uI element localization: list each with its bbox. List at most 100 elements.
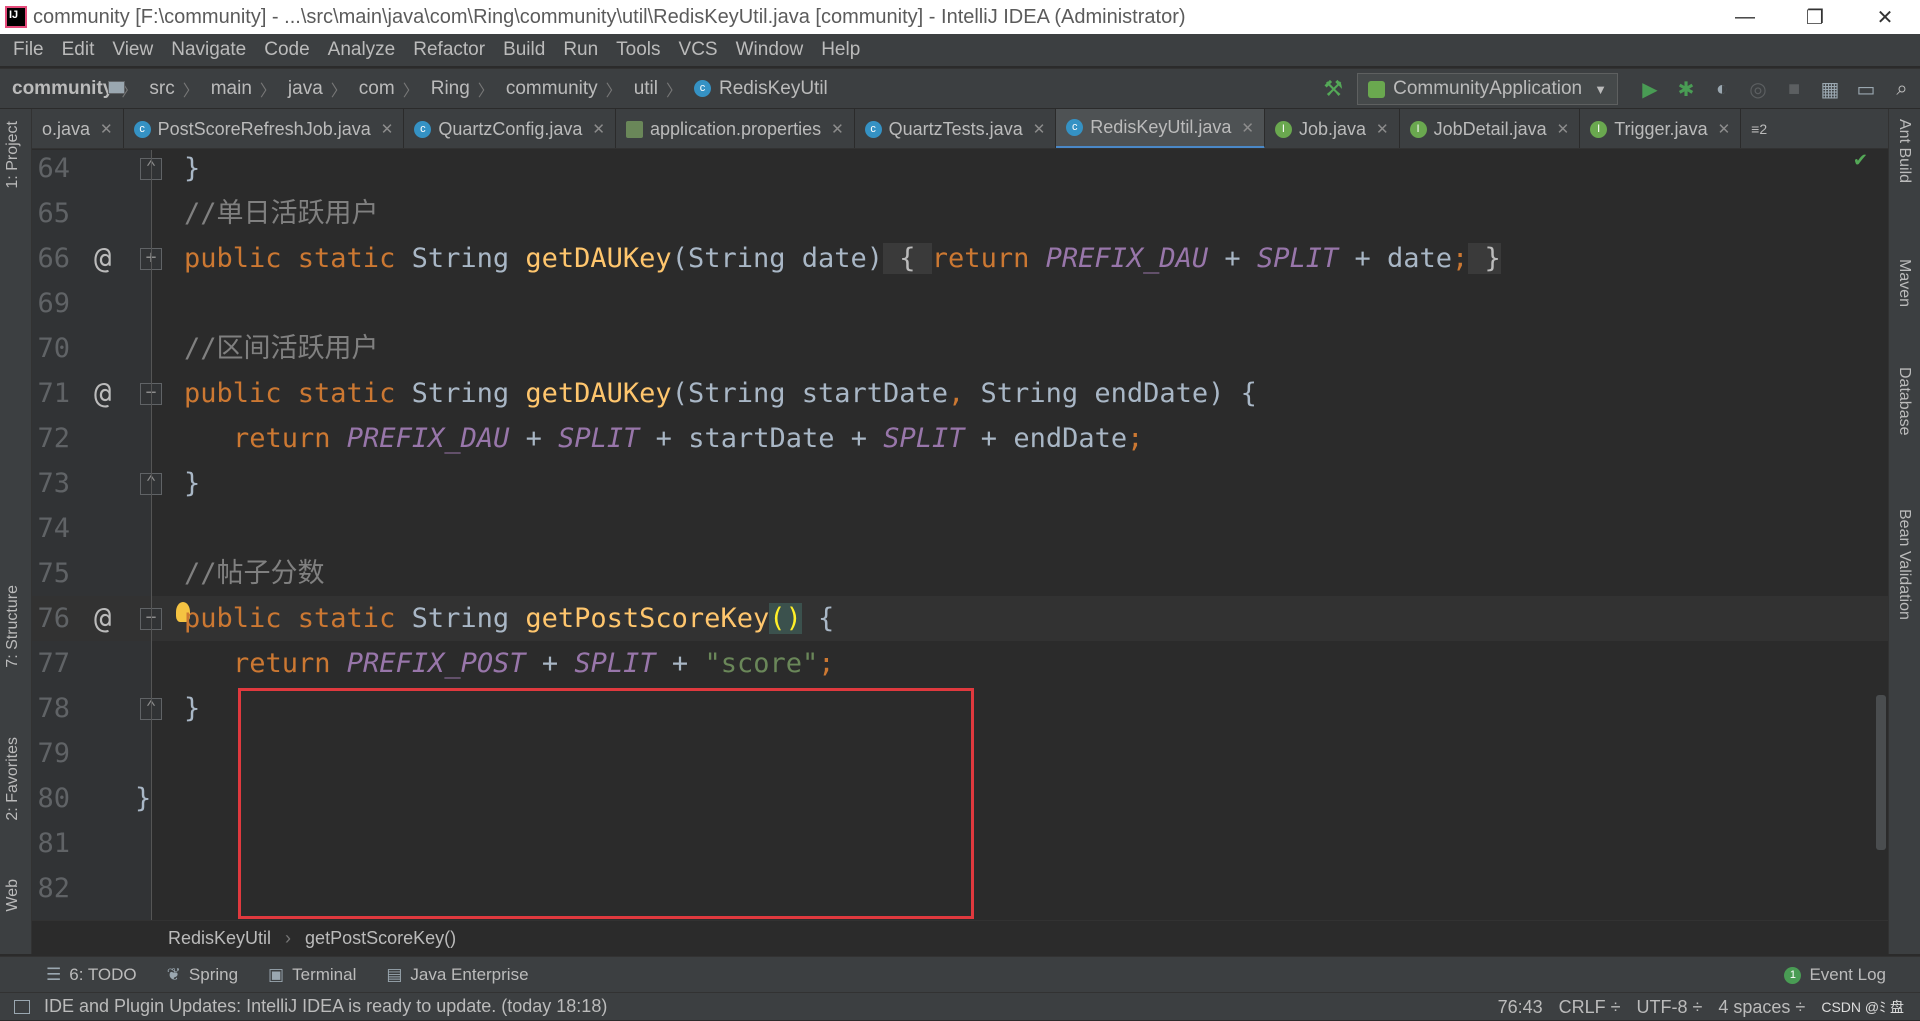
tab-prev-java[interactable]: o.java ✕ — [32, 109, 124, 148]
line-number[interactable]: 82 — [32, 866, 70, 911]
tool-maven[interactable]: Maven — [1895, 259, 1913, 307]
tool-project[interactable]: 1: Project — [4, 121, 22, 189]
menu-analyze[interactable]: Analyze — [319, 39, 405, 61]
tab-overflow-button[interactable]: ≡2 — [1741, 109, 1777, 148]
run-configuration-select[interactable]: CommunityApplication ▼ — [1357, 73, 1618, 105]
tool-ant-build[interactable]: Ant Build — [1895, 119, 1913, 183]
toggle-tool-windows-icon[interactable] — [14, 999, 30, 1014]
close-tab-icon[interactable]: ✕ — [831, 120, 844, 138]
project-structure-icon[interactable]: ▦ — [1812, 71, 1848, 107]
breadcrumb-community-pkg[interactable]: community 〉 — [108, 77, 622, 101]
code-line[interactable]: 77 return PREFIX_POST + SPLIT + "score"; — [32, 641, 1888, 686]
tab-quartzconfig[interactable]: c QuartzConfig.java ✕ — [404, 109, 616, 148]
close-tab-icon[interactable]: ✕ — [381, 120, 394, 138]
tab-jobdetail[interactable]: I JobDetail.java ✕ — [1400, 109, 1581, 148]
tool-bean-validation[interactable]: Bean Validation — [1895, 509, 1913, 620]
stop-icon[interactable]: ■ — [1776, 71, 1812, 107]
profile-icon[interactable]: ◎ — [1740, 71, 1776, 107]
tool-favorites[interactable]: 2: Favorites — [4, 737, 22, 821]
override-marker-icon[interactable]: @ — [94, 596, 111, 641]
scrollbar-thumb[interactable] — [1876, 695, 1886, 850]
close-button[interactable]: ✕ — [1850, 0, 1920, 34]
override-marker-icon[interactable]: @ — [94, 236, 111, 281]
line-number[interactable]: 71 — [32, 371, 70, 416]
status-message[interactable]: IDE and Plugin Updates: IntelliJ IDEA is… — [44, 996, 607, 1017]
line-number[interactable]: 77 — [32, 641, 70, 686]
line-number[interactable]: 75 — [32, 551, 70, 596]
line-number[interactable]: 72 — [32, 416, 70, 461]
line-separator[interactable]: CRLF ÷ — [1559, 997, 1621, 1018]
menu-view[interactable]: View — [103, 39, 162, 61]
tab-quartztests[interactable]: c QuartzTests.java ✕ — [855, 109, 1057, 148]
tab-rediskeyutil[interactable]: c RedisKeyUtil.java ✕ — [1056, 109, 1265, 148]
tab-postscorerefreshjob[interactable]: c PostScoreRefreshJob.java ✕ — [124, 109, 405, 148]
code-editor[interactable]: 64⌃}65//单日活跃用户66@+public static String g… — [32, 150, 1888, 920]
breadcrumb-method[interactable]: getPostScoreKey() — [305, 928, 456, 949]
close-tab-icon[interactable]: ✕ — [100, 120, 113, 138]
event-log-button[interactable]: 1 Event Log — [1784, 957, 1886, 993]
code-line[interactable]: 73⌃} — [32, 461, 1888, 506]
line-number[interactable]: 64 — [32, 150, 70, 191]
code-line[interactable]: 64⌃} — [32, 150, 1888, 191]
build-hammer-icon[interactable]: ⚒ — [1323, 76, 1343, 102]
breadcrumb-ring[interactable]: Ring 〉 — [108, 77, 494, 101]
indent-setting[interactable]: 4 spaces ÷ — [1718, 997, 1805, 1018]
line-number[interactable]: 70 — [32, 326, 70, 371]
breadcrumb-com[interactable]: com 〉 — [108, 77, 419, 101]
code-line[interactable]: 65 //单日活跃用户 — [32, 191, 1888, 236]
terminal-icon[interactable]: ▭ — [1848, 71, 1884, 107]
menu-edit[interactable]: Edit — [53, 39, 104, 61]
code-line[interactable]: 74 — [32, 506, 1888, 551]
breadcrumb-src[interactable]: src 〉 — [108, 77, 199, 101]
caret-position[interactable]: 76:43 — [1498, 997, 1543, 1018]
menu-refactor[interactable]: Refactor — [404, 39, 494, 61]
line-number[interactable]: 80 — [32, 776, 70, 821]
vertical-scrollbar[interactable] — [1874, 150, 1888, 920]
close-tab-icon[interactable]: ✕ — [1033, 120, 1046, 138]
search-icon[interactable]: ⌕ — [1884, 71, 1920, 107]
menu-window[interactable]: Window — [727, 39, 813, 61]
line-number[interactable]: 74 — [32, 506, 70, 551]
close-tab-icon[interactable]: ✕ — [1241, 119, 1254, 137]
code-line[interactable]: 75 //帖子分数 — [32, 551, 1888, 596]
file-encoding[interactable]: UTF-8 ÷ — [1637, 997, 1703, 1018]
menu-run[interactable]: Run — [554, 39, 607, 61]
code-line[interactable]: 71@−public static String getDAUKey(Strin… — [32, 371, 1888, 416]
menu-help[interactable]: Help — [812, 39, 869, 61]
tool-terminal[interactable]: ▣ Terminal — [260, 965, 364, 985]
tool-todo[interactable]: ☰ 6: TODO — [38, 965, 145, 985]
breadcrumb-rediskeyutil[interactable]: c RedisKeyUtil — [682, 78, 828, 100]
run-icon[interactable]: ▶ — [1632, 71, 1668, 107]
coverage-icon[interactable]: ◐ — [1704, 71, 1740, 107]
close-tab-icon[interactable]: ✕ — [1718, 120, 1731, 138]
menu-build[interactable]: Build — [494, 39, 554, 61]
close-tab-icon[interactable]: ✕ — [592, 120, 605, 138]
override-marker-icon[interactable]: @ — [94, 371, 111, 416]
code-line[interactable]: 76@−public static String getPostScoreKey… — [32, 596, 1888, 641]
line-number[interactable]: 73 — [32, 461, 70, 506]
breadcrumb-util[interactable]: util 〉 — [108, 77, 682, 101]
tab-application-properties[interactable]: application.properties ✕ — [616, 109, 855, 148]
line-number[interactable]: 81 — [32, 821, 70, 866]
breadcrumb-java[interactable]: java 〉 — [108, 77, 347, 101]
minimize-button[interactable]: — — [1710, 0, 1780, 34]
breadcrumb-main[interactable]: main 〉 — [108, 77, 276, 101]
line-number[interactable]: 78 — [32, 686, 70, 731]
line-number[interactable]: 69 — [32, 281, 70, 326]
line-number[interactable]: 65 — [32, 191, 70, 236]
tool-java-enterprise[interactable]: ▤ Java Enterprise — [378, 965, 536, 985]
tool-web[interactable]: Web — [4, 879, 22, 912]
line-number[interactable]: 66 — [32, 236, 70, 281]
code-line[interactable]: 72 return PREFIX_DAU + SPLIT + startDate … — [32, 416, 1888, 461]
menu-navigate[interactable]: Navigate — [162, 39, 255, 61]
tool-database[interactable]: Database — [1895, 367, 1913, 436]
code-line[interactable]: 66@+public static String getDAUKey(Strin… — [32, 236, 1888, 281]
line-number[interactable]: 79 — [32, 731, 70, 776]
close-tab-icon[interactable]: ✕ — [1376, 120, 1389, 138]
tab-trigger[interactable]: I Trigger.java ✕ — [1580, 109, 1742, 148]
menu-file[interactable]: File — [4, 39, 53, 61]
restore-button[interactable]: ❐ — [1780, 0, 1850, 34]
menu-vcs[interactable]: VCS — [670, 39, 727, 61]
tab-job[interactable]: I Job.java ✕ — [1265, 109, 1400, 148]
debug-icon[interactable]: ✱ — [1668, 71, 1704, 107]
